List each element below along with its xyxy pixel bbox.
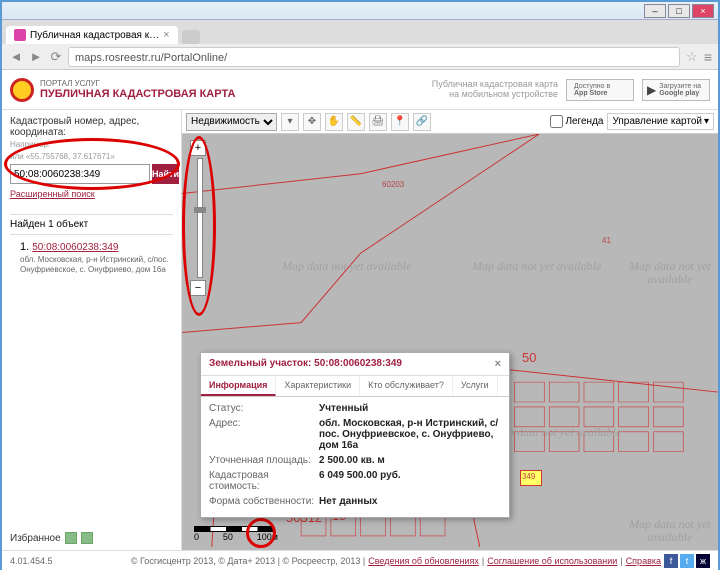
win-min-button[interactable]: – (644, 4, 666, 18)
dropdown-icon[interactable]: ▾ (281, 113, 299, 131)
reload-icon[interactable]: ⟳ (48, 49, 64, 65)
window-titlebar: – □ × (2, 2, 718, 20)
header-breadcrumb: ПОРТАЛ УСЛУГ (40, 79, 235, 88)
sidebar: Кадастровый номер, адрес, координата: На… (2, 110, 182, 550)
map-toolbar: Недвижимость ▾ ✥ ✋ 📏 🖨 📍 🔗 Легенда Управ… (182, 110, 718, 134)
zoom-track[interactable] (197, 158, 203, 278)
footer-link-updates[interactable]: Сведения об обновлениях (368, 556, 479, 566)
popup-title: Земельный участок: 50:08:0060238:349 × (201, 353, 509, 376)
tab-title: Публичная кадастровая к… (30, 30, 159, 41)
advanced-search-link[interactable]: Расширенный поиск (10, 189, 95, 199)
watermark-text: Map data not yet available (622, 260, 718, 286)
favicon-icon (14, 29, 26, 41)
footer-link-help[interactable]: Справка (626, 556, 661, 566)
result-item[interactable]: 1. 50:08:0060238:349 обл. Московская, р-… (20, 241, 173, 274)
page-header: ПОРТАЛ УСЛУГ ПУБЛИЧНАЯ КАДАСТРОВАЯ КАРТА… (2, 70, 718, 110)
version-label: 4.01.454.5 (10, 556, 53, 566)
twitter-icon[interactable]: t (680, 554, 694, 568)
appstore-button[interactable]: Доступно вApp Store (566, 79, 634, 101)
map-canvas[interactable]: Недвижимость ▾ ✥ ✋ 📏 🖨 📍 🔗 Легенда Управ… (182, 110, 718, 550)
favorites-section[interactable]: Избранное (10, 532, 93, 544)
watermark-text: Map data not yet available (622, 518, 718, 544)
tab-close-icon[interactable]: × (163, 29, 169, 41)
tool-ruler-icon[interactable]: 📏 (347, 113, 365, 131)
watermark-text: Map data not yet available (492, 426, 621, 439)
footer-link-terms[interactable]: Соглашение об использовании (487, 556, 617, 566)
parcel-popup: Земельный участок: 50:08:0060238:349 × И… (200, 352, 510, 518)
watermark-text: Map data not yet available (282, 260, 411, 273)
result-address: обл. Московская, р-н Истринский, с/пос. … (20, 255, 173, 274)
page-title: ПУБЛИЧНАЯ КАДАСТРОВАЯ КАРТА (40, 88, 235, 100)
browser-tab[interactable]: Публичная кадастровая к… × (6, 26, 178, 44)
parcel-label: 41 (602, 236, 611, 245)
popup-tabs: Информация Характеристики Кто обслуживае… (201, 376, 509, 397)
cadastral-search-input[interactable] (10, 164, 150, 184)
search-label: Кадастровый номер, адрес, координата: (10, 116, 173, 138)
parcel-label: 349 (522, 472, 535, 481)
tool-print-icon[interactable]: 🖨 (369, 113, 387, 131)
popup-tab-service[interactable]: Кто обслуживает? (360, 376, 453, 396)
footer: 4.01.454.5 © Госгисцентр 2013, © Дата+ 2… (2, 550, 718, 570)
browser-addressbar: ◄ ► ⟳ maps.rosreestr.ru/PortalOnline/ ☆ … (2, 44, 718, 70)
search-button[interactable]: Найти (152, 164, 179, 184)
zoom-out-button[interactable]: − (190, 280, 206, 296)
results-header: Найден 1 объект (10, 214, 173, 235)
result-cadastral-link: 50:08:0060238:349 (32, 242, 118, 253)
google-play-button[interactable]: ▶ Загрузите наGoogle play (642, 79, 710, 101)
win-close-button[interactable]: × (692, 4, 714, 18)
url-input[interactable]: maps.rosreestr.ru/PortalOnline/ (68, 47, 680, 67)
forward-icon[interactable]: ► (28, 49, 44, 65)
play-icon: ▶ (647, 83, 656, 97)
win-max-button[interactable]: □ (668, 4, 690, 18)
watermark-text: Map data not yet available (472, 260, 601, 273)
layer-select[interactable]: Недвижимость (186, 113, 277, 131)
zoom-thumb[interactable] (194, 207, 206, 213)
popup-tab-characteristics[interactable]: Характеристики (276, 376, 360, 396)
livejournal-icon[interactable]: ж (696, 554, 710, 568)
search-hint: Например: (10, 140, 173, 149)
tool-link-icon[interactable]: 🔗 (413, 113, 431, 131)
legend-toggle[interactable]: Легенда (550, 115, 603, 128)
facebook-icon[interactable]: f (664, 554, 678, 568)
menu-icon[interactable]: ≡ (704, 49, 712, 65)
list-fav-icon[interactable] (81, 532, 93, 544)
browser-tabbar: Публичная кадастровая к… × (2, 20, 718, 44)
rosreestr-logo-icon (10, 78, 34, 102)
zoom-in-button[interactable]: + (190, 140, 206, 156)
tool-marker-icon[interactable]: 📍 (391, 113, 409, 131)
quarter-label: 50 (522, 350, 536, 365)
parcel-label: 60203 (382, 180, 404, 189)
new-tab-button[interactable] (182, 30, 200, 44)
popup-tab-services[interactable]: Услуги (453, 376, 498, 396)
bookmark-icon[interactable]: ☆ (684, 49, 700, 65)
tool-select-icon[interactable]: ✥ (303, 113, 321, 131)
popup-body: Статус:Учтенный Адрес:обл. Московская, р… (201, 397, 509, 517)
copyright-text: © Госгисцентр 2013, © Дата+ 2013 | © Рос… (131, 556, 365, 566)
tool-hand-icon[interactable]: ✋ (325, 113, 343, 131)
add-fav-icon[interactable] (65, 532, 77, 544)
popup-close-icon[interactable]: × (495, 358, 501, 370)
scale-bar: 050100м (194, 526, 278, 542)
map-control-button[interactable]: Управление картой ▾ (607, 113, 714, 130)
mobile-promo-text: Публичная кадастровая картана мобильном … (432, 80, 558, 100)
zoom-slider[interactable]: + − (190, 140, 210, 300)
search-example: или «55.755768, 37.617671» (10, 152, 173, 161)
results-list: 1. 50:08:0060238:349 обл. Московская, р-… (10, 241, 173, 274)
popup-tab-info[interactable]: Информация (201, 376, 276, 396)
back-icon[interactable]: ◄ (8, 49, 24, 65)
